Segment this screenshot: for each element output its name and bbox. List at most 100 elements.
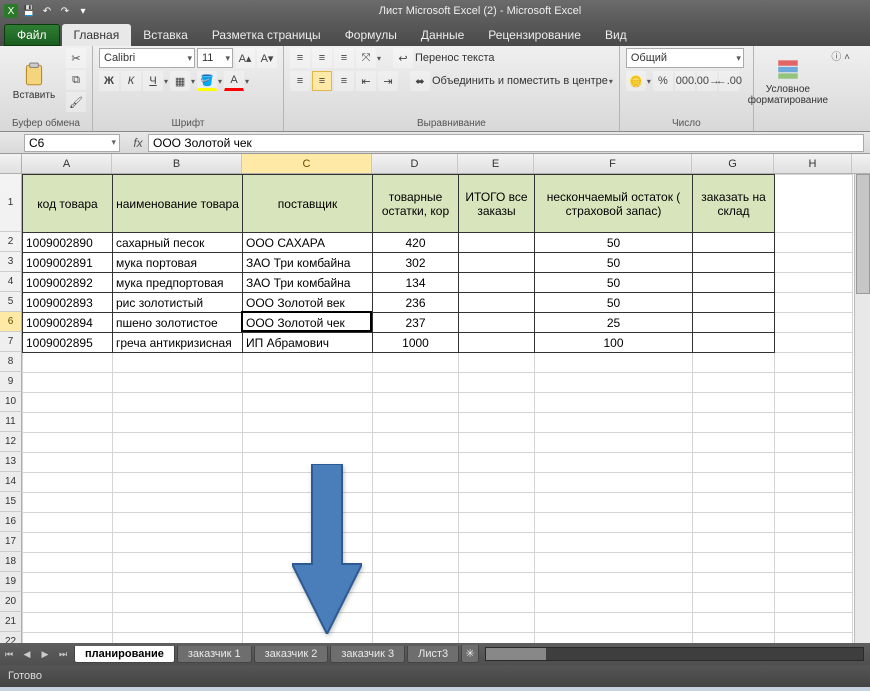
row-header-17[interactable]: 17 <box>0 532 22 552</box>
row-header-2[interactable]: 2 <box>0 232 22 252</box>
cell[interactable] <box>113 473 243 493</box>
number-format-combo[interactable]: Общий <box>626 48 744 68</box>
cell[interactable]: 1000 <box>373 333 459 353</box>
tab-nav-prev-icon[interactable]: ◀ <box>19 646 35 662</box>
cell[interactable] <box>535 433 693 453</box>
cell[interactable]: 1009002895 <box>23 333 113 353</box>
align-top-icon[interactable]: ≡ <box>290 48 310 68</box>
cell[interactable] <box>775 233 853 253</box>
cell[interactable] <box>693 553 775 573</box>
cell[interactable] <box>459 313 535 333</box>
cell[interactable] <box>23 473 113 493</box>
cell[interactable]: 50 <box>535 233 693 253</box>
cell[interactable] <box>775 333 853 353</box>
cell[interactable] <box>459 513 535 533</box>
cell[interactable] <box>113 593 243 613</box>
cell[interactable] <box>775 433 853 453</box>
align-center-icon[interactable]: ≡ <box>312 71 332 91</box>
ribbon-help-icon[interactable]: ⓘ ˄ <box>831 48 850 63</box>
cell[interactable] <box>373 613 459 633</box>
cell[interactable] <box>243 413 373 433</box>
cell[interactable] <box>693 333 775 353</box>
col-header-E[interactable]: E <box>458 154 534 173</box>
cell[interactable]: 1009002890 <box>23 233 113 253</box>
borders-icon[interactable]: ▦ <box>170 71 190 91</box>
select-all-corner[interactable] <box>0 154 22 173</box>
cell[interactable]: пшено золотистое <box>113 313 243 333</box>
cell[interactable] <box>459 593 535 613</box>
cell[interactable] <box>23 493 113 513</box>
new-sheet-icon[interactable]: ✳ <box>461 645 479 663</box>
cell[interactable]: 420 <box>373 233 459 253</box>
row-header-16[interactable]: 16 <box>0 512 22 532</box>
cell[interactable] <box>535 613 693 633</box>
cell[interactable]: ЗАО Три комбайна <box>243 253 373 273</box>
row-header-20[interactable]: 20 <box>0 592 22 612</box>
row-header-10[interactable]: 10 <box>0 392 22 412</box>
undo-icon[interactable]: ↶ <box>40 4 54 18</box>
cell[interactable] <box>775 553 853 573</box>
underline-button[interactable]: Ч <box>143 71 163 91</box>
cell[interactable]: сахарный песок <box>113 233 243 253</box>
cell[interactable] <box>243 353 373 373</box>
cell[interactable] <box>243 393 373 413</box>
align-middle-icon[interactable]: ≡ <box>312 48 332 68</box>
cell[interactable] <box>775 353 853 373</box>
cell[interactable] <box>373 373 459 393</box>
cell[interactable] <box>23 353 113 373</box>
row-header-3[interactable]: 3 <box>0 252 22 272</box>
cell[interactable] <box>459 273 535 293</box>
font-family-combo[interactable]: Calibri <box>99 48 195 68</box>
cell[interactable] <box>535 413 693 433</box>
cell[interactable] <box>693 613 775 633</box>
cell[interactable] <box>373 353 459 373</box>
cell[interactable] <box>243 433 373 453</box>
tab-insert[interactable]: Вставка <box>131 24 200 46</box>
row-header-5[interactable]: 5 <box>0 292 22 312</box>
cell[interactable] <box>23 573 113 593</box>
cell[interactable] <box>459 573 535 593</box>
cell[interactable] <box>535 393 693 413</box>
merge-center-label[interactable]: Объединить и поместить в центре <box>432 75 608 87</box>
name-box[interactable]: C6 <box>24 134 120 152</box>
format-painter-icon[interactable]: 🖌 <box>66 92 86 112</box>
cell[interactable] <box>113 413 243 433</box>
cell[interactable] <box>373 493 459 513</box>
cell[interactable] <box>693 593 775 613</box>
row-header-18[interactable]: 18 <box>0 552 22 572</box>
fill-color-icon[interactable]: 🪣 <box>197 71 217 91</box>
cell[interactable] <box>459 253 535 273</box>
paste-button[interactable]: Вставить <box>6 48 62 114</box>
cell[interactable] <box>693 373 775 393</box>
cell[interactable] <box>775 613 853 633</box>
cell[interactable] <box>535 453 693 473</box>
orientation-icon[interactable]: ⤧ <box>356 48 376 68</box>
fx-icon[interactable]: fx <box>128 136 148 150</box>
header-cell[interactable]: товарные остатки, кор <box>373 175 459 233</box>
col-header-H[interactable]: H <box>774 154 852 173</box>
cell[interactable]: 1009002891 <box>23 253 113 273</box>
cell[interactable] <box>373 433 459 453</box>
font-size-combo[interactable]: 11 <box>197 48 233 68</box>
row-header-11[interactable]: 11 <box>0 412 22 432</box>
cell[interactable] <box>373 453 459 473</box>
cell[interactable] <box>459 413 535 433</box>
redo-icon[interactable]: ↷ <box>58 4 72 18</box>
cell[interactable] <box>693 273 775 293</box>
cell[interactable]: 50 <box>535 253 693 273</box>
cell[interactable] <box>23 533 113 553</box>
grow-font-icon[interactable]: A▴ <box>235 48 255 68</box>
cell[interactable] <box>775 373 853 393</box>
cell[interactable] <box>535 553 693 573</box>
cell[interactable] <box>23 433 113 453</box>
file-tab[interactable]: Файл <box>4 24 60 46</box>
cell[interactable] <box>775 573 853 593</box>
col-header-G[interactable]: G <box>692 154 774 173</box>
row-header-7[interactable]: 7 <box>0 332 22 352</box>
cell[interactable] <box>113 573 243 593</box>
cell[interactable] <box>693 453 775 473</box>
spreadsheet-table[interactable]: код товаранаименование товарапоставщикто… <box>22 174 853 643</box>
row-header-21[interactable]: 21 <box>0 612 22 632</box>
cell[interactable] <box>459 433 535 453</box>
increase-decimal-icon[interactable]: .00→ <box>697 71 717 91</box>
